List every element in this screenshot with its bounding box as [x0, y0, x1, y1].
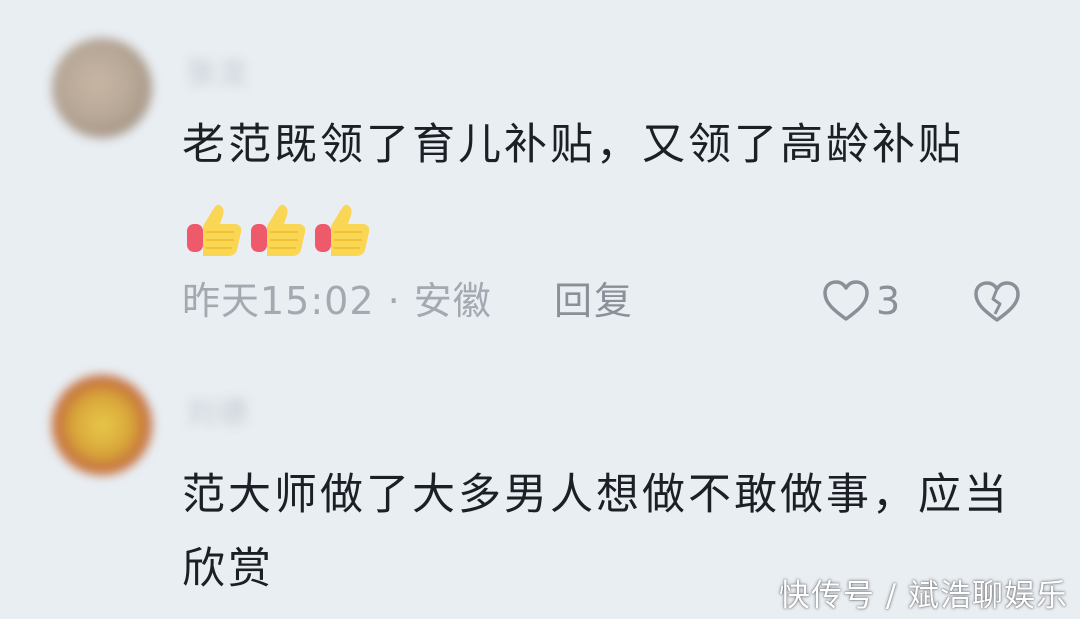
comment-text-container: 老范既领了育儿补贴，又领了高龄补贴	[182, 108, 1012, 264]
avatar[interactable]	[52, 375, 152, 475]
username[interactable]: 张龙	[186, 48, 250, 92]
thumbs-up-icon	[315, 204, 370, 256]
like-button[interactable]: 3	[822, 276, 900, 326]
thumbs-up-icon	[251, 204, 306, 256]
username[interactable]: 刘德	[186, 388, 250, 432]
comment-text: 老范既领了育儿补贴，又领了高龄补贴	[182, 120, 964, 170]
dislike-button[interactable]	[972, 280, 1022, 336]
comment-meta: 昨天15:02 · 安徽 回复 3	[182, 276, 1042, 326]
watermark: 快传号 / 斌浩聊娱乐	[778, 578, 1068, 614]
broken-heart-icon	[974, 281, 1020, 322]
reply-button[interactable]: 回复	[554, 276, 634, 326]
time-location: 昨天15:02 · 安徽	[182, 279, 492, 323]
heart-icon	[823, 280, 869, 321]
avatar[interactable]	[52, 38, 152, 138]
like-count: 3	[876, 279, 901, 323]
thumbs-up-icon	[187, 204, 242, 256]
emoji-row	[184, 190, 376, 264]
